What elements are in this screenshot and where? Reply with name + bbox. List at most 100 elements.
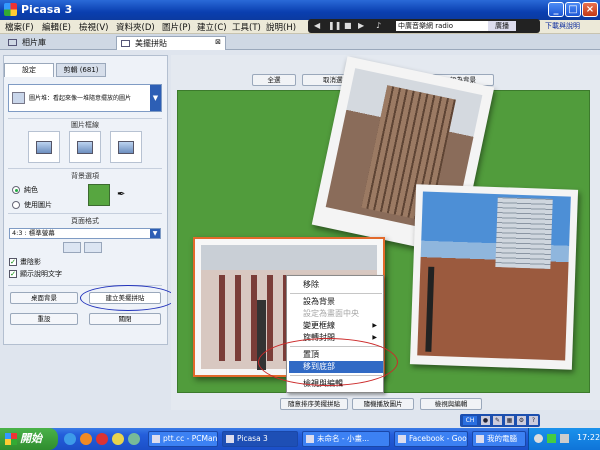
paint-icon — [306, 435, 314, 443]
menu-help[interactable]: 說明(H) — [266, 21, 296, 33]
chrome-icon[interactable] — [96, 433, 108, 445]
task-pcman[interactable]: ptt.cc - PCMan ... — [148, 431, 218, 447]
window-title: Picasa 3 — [21, 3, 73, 16]
tab-collage[interactable]: 美擺拼貼 ⊠ — [116, 36, 226, 50]
lamp-post — [425, 266, 435, 352]
border-option-3[interactable] — [110, 131, 142, 163]
portrait-button[interactable] — [84, 242, 102, 253]
collage-photo-street[interactable] — [409, 184, 579, 370]
library-icon — [8, 39, 17, 46]
bg-color-swatch[interactable] — [88, 184, 110, 206]
close-collage-button[interactable]: 關閉 — [89, 313, 161, 325]
page-format-select[interactable]: 4:3 : 標準螢幕 ▼ — [9, 228, 161, 239]
tab-collage-label: 美擺拼貼 — [135, 39, 167, 48]
submenu-arrow-icon: ▶ — [372, 334, 377, 341]
tab-library[interactable]: 相片庫 — [4, 36, 52, 50]
border-option-1[interactable] — [28, 131, 60, 163]
annotation-ellipse-red — [258, 338, 398, 386]
menu-file[interactable]: 檔案(F) — [5, 21, 34, 33]
close-button[interactable]: × — [582, 2, 598, 17]
menu-view[interactable]: 檢視(V) — [79, 21, 108, 33]
dropdown-arrow-icon[interactable]: ▼ — [150, 229, 160, 238]
bg-image-radio[interactable] — [12, 201, 20, 209]
pen-icon[interactable]: ✎ — [493, 416, 502, 425]
divider — [8, 118, 162, 119]
eyedropper-icon[interactable]: ✒ — [117, 189, 125, 200]
shadow-checkbox[interactable]: ✓ — [9, 258, 17, 266]
keyboard-icon[interactable]: ▦ — [505, 416, 514, 425]
firefox-icon[interactable] — [80, 433, 92, 445]
collage-style-select[interactable]: 圖片堆：看起來像一堆隨意擺放的圖片 ▼ — [8, 84, 162, 112]
desktop-bg-button[interactable]: 桌面背景 — [10, 292, 78, 304]
menu-picture[interactable]: 圖片(P) — [162, 21, 191, 33]
tab-close-icon[interactable]: ⊠ — [215, 38, 221, 46]
pause-icon[interactable]: ❚❚ — [328, 21, 341, 30]
prev-icon[interactable]: ◀ — [314, 21, 320, 30]
task-picasa[interactable]: Picasa 3 — [222, 431, 298, 447]
tab-clips[interactable]: 剪輯 (681) — [56, 63, 106, 77]
network-icon[interactable] — [534, 434, 543, 443]
border-section-label: 圖片框線 — [71, 121, 99, 129]
caption-label: 顯示說明文字 — [20, 270, 62, 278]
taskbar: 開始 ptt.cc - PCMan ... Picasa 3 未命名 - 小畫.… — [0, 428, 600, 450]
bg-solid-label: 純色 — [24, 186, 38, 194]
landscape-button[interactable] — [63, 242, 81, 253]
shuffle-pictures-button[interactable]: 隨機播放圖片 — [352, 398, 414, 410]
minimize-button[interactable]: _ — [548, 2, 564, 17]
shuffle-collage-button[interactable]: 隨意排序美擺拼貼 — [280, 398, 348, 410]
clock: 17:22 — [577, 433, 600, 442]
border-option-2[interactable] — [69, 131, 101, 163]
reset-button[interactable]: 重設 — [10, 313, 78, 325]
menu-folder[interactable]: 資料夾(D) — [116, 21, 155, 33]
ctx-center: 設定為畫面中央 — [303, 309, 359, 318]
volume-icon[interactable]: ♪ — [376, 21, 381, 30]
tab-library-label: 相片庫 — [22, 38, 46, 47]
tower-block — [495, 197, 553, 269]
bg-solid-radio[interactable] — [12, 186, 20, 194]
photo-icon — [118, 141, 134, 154]
dropdown-arrow-icon[interactable]: ▼ — [150, 85, 161, 111]
messenger-icon[interactable] — [112, 433, 124, 445]
bg-section-label: 背景選項 — [71, 172, 99, 180]
settings-icon[interactable]: ⚙ — [517, 416, 526, 425]
windows-logo-icon — [5, 433, 17, 445]
format-section-label: 頁面格式 — [71, 217, 99, 225]
ctx-remove[interactable]: 移除 — [289, 279, 383, 291]
ie-icon[interactable] — [64, 433, 76, 445]
start-button[interactable]: 開始 — [0, 428, 58, 450]
task-facebook[interactable]: Facebook - Goo... — [394, 431, 468, 447]
page-format-value: 4:3 : 標準螢幕 — [12, 229, 55, 237]
download-help-link[interactable]: 下載與說明 — [545, 21, 580, 31]
next-icon[interactable]: ▶ — [358, 21, 364, 30]
tab-bar: 相片庫 美擺拼貼 ⊠ — [0, 34, 600, 50]
task-my-computer[interactable]: 我的電腦 — [472, 431, 526, 447]
quicklaunch-icon[interactable] — [128, 433, 140, 445]
picasa-app-icon — [4, 3, 17, 16]
caption-checkbox[interactable]: ✓ — [9, 270, 17, 278]
lang-indicator[interactable]: CH — [463, 416, 477, 425]
task-paint[interactable]: 未命名 - 小畫... — [302, 431, 390, 447]
tab-settings[interactable]: 設定 — [4, 63, 54, 77]
menu-tools[interactable]: 工具(T) — [232, 21, 261, 33]
photo-icon — [77, 141, 93, 154]
media-player-bar: ◀ ❚❚ ■ ▶ ♪ 中廣音樂網 radio 廣播 — [308, 19, 540, 33]
ctx-set-background[interactable]: 設為背景 — [289, 296, 383, 308]
maximize-button[interactable]: □ — [565, 2, 581, 17]
help-icon[interactable]: ? — [529, 416, 538, 425]
ctx-change-border-label: 變更框線 — [303, 321, 335, 330]
security-icon[interactable] — [547, 434, 556, 443]
radio-button[interactable]: 廣播 — [488, 21, 516, 31]
photo-icon — [36, 141, 52, 154]
select-all-button[interactable]: 全選 — [252, 74, 296, 86]
ctx-change-border[interactable]: 變更框線 ▶ — [289, 320, 383, 332]
system-tray: 17:22 — [528, 428, 600, 450]
volume-tray-icon[interactable] — [560, 434, 569, 443]
task-label: 我的電腦 — [487, 434, 517, 443]
stop-icon[interactable]: ■ — [344, 21, 352, 30]
menu-edit[interactable]: 編輯(E) — [42, 21, 71, 33]
annotation-ellipse-blue — [80, 285, 176, 311]
menu-create[interactable]: 建立(C) — [197, 21, 227, 33]
ime-icon[interactable]: ● — [481, 416, 490, 425]
task-label: Facebook - Goo... — [409, 434, 468, 443]
view-edit-button[interactable]: 檢視與編輯 — [420, 398, 482, 410]
